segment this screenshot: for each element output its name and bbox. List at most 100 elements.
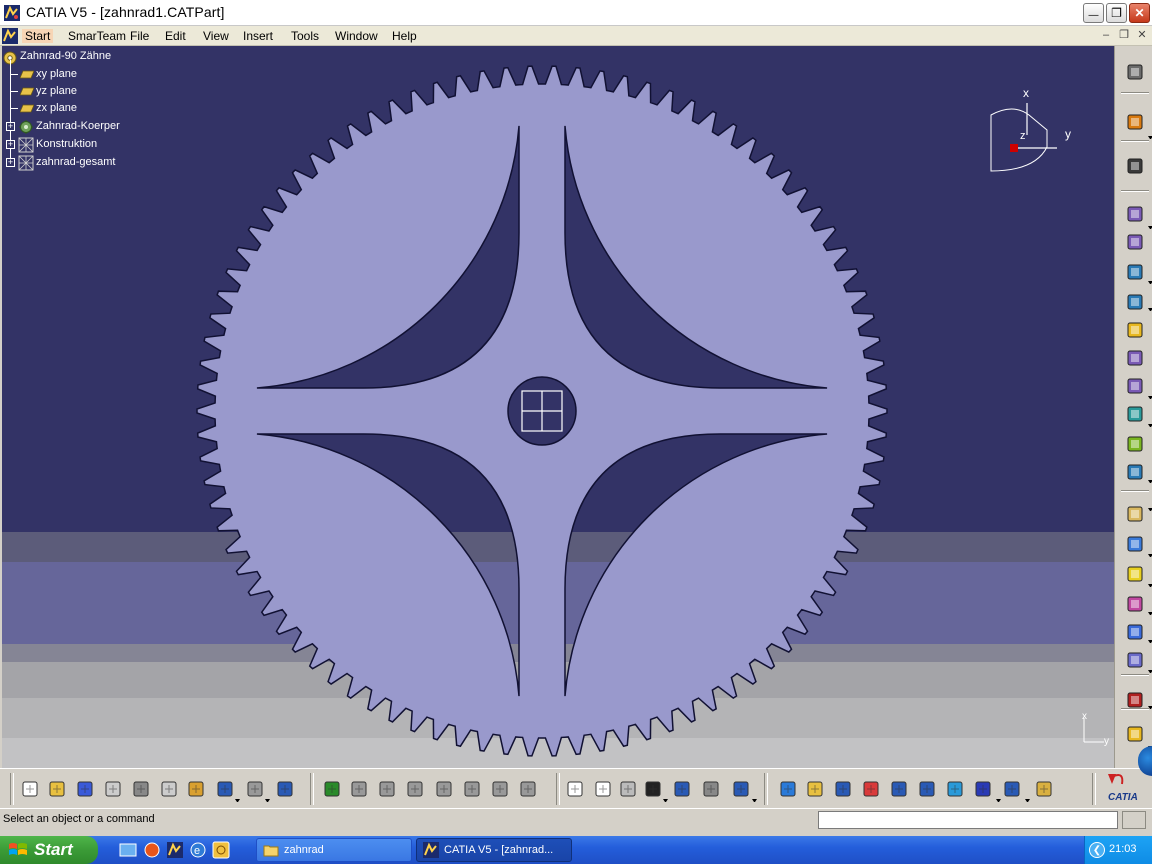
slot-icon[interactable] bbox=[1123, 374, 1147, 398]
dropdown-arrow-icon[interactable] bbox=[663, 799, 668, 803]
publish-icon[interactable] bbox=[432, 777, 456, 801]
pad-icon[interactable] bbox=[1123, 202, 1147, 226]
show-desktop-icon[interactable] bbox=[119, 841, 137, 859]
tree-root[interactable]: Zahnrad-90 Zähne bbox=[2, 48, 162, 65]
chamfer-icon[interactable] bbox=[1123, 532, 1147, 556]
menu-file[interactable]: File bbox=[127, 29, 152, 43]
restore-button[interactable]: ❐ bbox=[1106, 3, 1127, 23]
constraints-icon[interactable] bbox=[347, 777, 371, 801]
reorder-icon[interactable] bbox=[460, 777, 484, 801]
groove-icon[interactable] bbox=[1123, 290, 1147, 314]
fit-all-icon[interactable] bbox=[776, 777, 800, 801]
start-button[interactable]: Start bbox=[0, 836, 98, 864]
task-catia[interactable]: CATIA V5 - [zahnrad... bbox=[416, 838, 572, 862]
select-arrow-icon[interactable] bbox=[1123, 110, 1147, 134]
catia-quicklaunch-icon[interactable] bbox=[166, 841, 184, 859]
clock-app-icon[interactable] bbox=[212, 841, 230, 859]
hide-show-icon[interactable] bbox=[971, 777, 995, 801]
render-icon[interactable] bbox=[1000, 777, 1024, 801]
menu-window[interactable]: Window bbox=[332, 29, 381, 43]
fly-icon[interactable] bbox=[729, 777, 753, 801]
menu-help[interactable]: Help bbox=[389, 29, 420, 43]
shaft-icon[interactable] bbox=[1123, 260, 1147, 284]
menu-tools[interactable]: Tools bbox=[288, 29, 322, 43]
dropdown-arrow-icon[interactable] bbox=[1148, 136, 1152, 140]
dropdown-arrow-icon[interactable] bbox=[1148, 396, 1152, 400]
compass[interactable]: x y z bbox=[985, 85, 1080, 180]
mdi-close-icon[interactable]: ✕ bbox=[1136, 29, 1148, 41]
shell-icon[interactable] bbox=[1123, 592, 1147, 616]
menu-edit[interactable]: Edit bbox=[162, 29, 189, 43]
dropdown-arrow-icon[interactable] bbox=[1148, 584, 1152, 588]
sketcher-icon[interactable] bbox=[1123, 154, 1147, 178]
dropdown-arrow-icon[interactable] bbox=[1148, 424, 1152, 428]
zoom-out-icon[interactable] bbox=[887, 777, 911, 801]
dropdown-arrow-icon[interactable] bbox=[1148, 670, 1152, 674]
dropdown-arrow-icon[interactable] bbox=[1148, 308, 1152, 312]
dropdown-arrow-icon[interactable] bbox=[752, 799, 757, 803]
expand-icon[interactable]: + bbox=[6, 158, 15, 167]
mdi-minimize-icon[interactable]: – bbox=[1100, 29, 1112, 41]
hole-icon[interactable] bbox=[1123, 318, 1147, 342]
tools-icon[interactable] bbox=[375, 777, 399, 801]
menu-smarteam[interactable]: SmarTeam bbox=[65, 29, 129, 43]
tree-item-zahnrad-koerper[interactable]: + Zahnrad-Koerper bbox=[2, 108, 162, 134]
dropdown-arrow-icon[interactable] bbox=[1148, 640, 1152, 644]
tree-item-zahnrad-gesamt[interactable]: + zahnrad-gesamt bbox=[2, 148, 162, 171]
zoom-in-icon[interactable] bbox=[859, 777, 883, 801]
parent-child-icon[interactable] bbox=[641, 777, 665, 801]
internet-explorer-icon[interactable]: e bbox=[189, 841, 207, 859]
parameters-icon[interactable] bbox=[591, 777, 615, 801]
pan-icon[interactable] bbox=[803, 777, 827, 801]
pocket-icon[interactable] bbox=[1123, 230, 1147, 254]
formula-icon[interactable] bbox=[516, 777, 540, 801]
loft-icon[interactable] bbox=[1123, 432, 1147, 456]
browser-icon[interactable] bbox=[143, 841, 161, 859]
rib-icon[interactable] bbox=[1123, 346, 1147, 370]
close-button[interactable]: ✕ bbox=[1129, 3, 1150, 23]
dropdown-arrow-icon[interactable] bbox=[1148, 554, 1152, 558]
dropdown-arrow-icon[interactable] bbox=[996, 799, 1001, 803]
measure-icon[interactable] bbox=[699, 777, 723, 801]
tree-item-xy-plane[interactable]: xy plane bbox=[2, 60, 162, 82]
open-icon[interactable] bbox=[45, 777, 69, 801]
paste-icon[interactable] bbox=[184, 777, 208, 801]
dropdown-arrow-icon[interactable] bbox=[265, 799, 270, 803]
knowledge-icon[interactable] bbox=[403, 777, 427, 801]
dropdown-arrow-icon[interactable] bbox=[1148, 612, 1152, 616]
mdi-restore-icon[interactable]: ❐ bbox=[1118, 29, 1130, 41]
lock-icon[interactable] bbox=[670, 777, 694, 801]
view-mode-icon[interactable] bbox=[943, 777, 967, 801]
status-toggle-button[interactable] bbox=[1122, 811, 1146, 829]
draft-icon[interactable] bbox=[1123, 562, 1147, 586]
tree-item-zx-plane[interactable]: zx plane bbox=[2, 91, 162, 116]
task-zahnrad[interactable]: zahnrad bbox=[256, 838, 412, 862]
removed-loft-icon[interactable] bbox=[1123, 460, 1147, 484]
stiffener-icon[interactable] bbox=[1123, 402, 1147, 426]
command-input[interactable] bbox=[818, 811, 1118, 829]
whats-this-icon[interactable] bbox=[273, 777, 297, 801]
copy-icon[interactable] bbox=[157, 777, 181, 801]
normal-view-icon[interactable] bbox=[915, 777, 939, 801]
thickness-icon[interactable] bbox=[1123, 620, 1147, 644]
menu-insert[interactable]: Insert bbox=[240, 29, 276, 43]
menu-start[interactable]: Start bbox=[22, 29, 54, 43]
tray-expand-icon[interactable]: ❮ bbox=[1089, 842, 1105, 858]
gear-workbench-icon[interactable] bbox=[1123, 60, 1147, 84]
document-icon[interactable] bbox=[2, 28, 18, 44]
rotate-icon[interactable] bbox=[831, 777, 855, 801]
menu-view[interactable]: View bbox=[200, 29, 232, 43]
update-icon[interactable] bbox=[320, 777, 344, 801]
relations-icon[interactable] bbox=[488, 777, 512, 801]
undo-icon[interactable] bbox=[213, 777, 237, 801]
dropdown-arrow-icon[interactable] bbox=[1025, 799, 1030, 803]
table-icon[interactable] bbox=[616, 777, 640, 801]
swap-icon[interactable] bbox=[1032, 777, 1056, 801]
dropdown-arrow-icon[interactable] bbox=[235, 799, 240, 803]
thread-icon[interactable] bbox=[1123, 648, 1147, 672]
dropdown-arrow-icon[interactable] bbox=[1148, 281, 1152, 285]
center-hole[interactable] bbox=[507, 376, 577, 446]
redo-icon[interactable] bbox=[243, 777, 267, 801]
save-icon[interactable] bbox=[73, 777, 97, 801]
tree-item-yz-plane[interactable]: yz plane bbox=[2, 74, 162, 99]
